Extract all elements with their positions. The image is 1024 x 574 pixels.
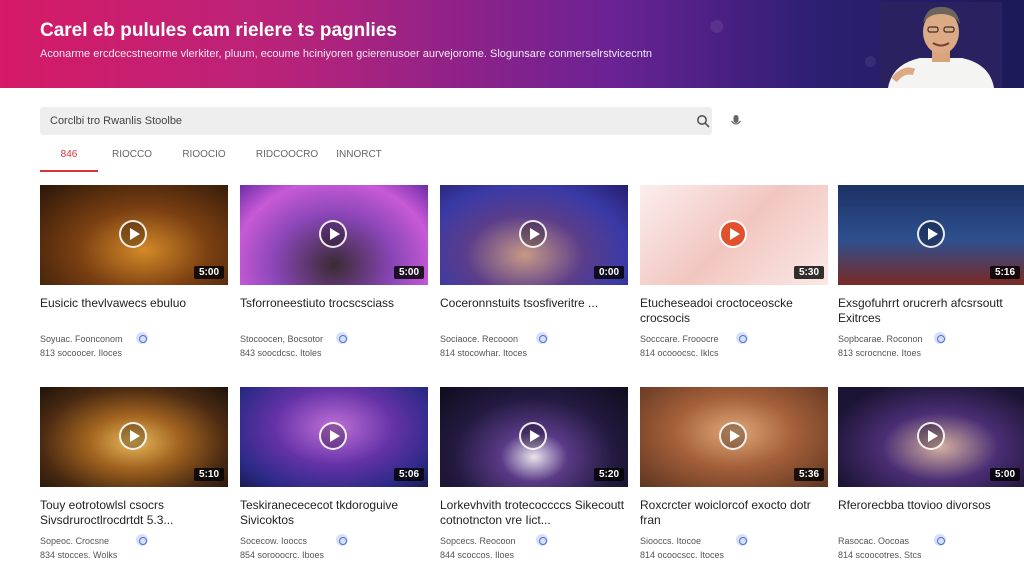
video-duration: 5:10 [193,468,224,481]
video-thumbnail[interactable]: 5:10 [40,387,228,487]
video-channel[interactable]: Siooccs. Itocoe [640,536,701,546]
play-icon [519,220,547,248]
verified-icon [736,332,748,344]
video-card[interactable]: 5:30 Etucheseadoi croctoceoscke crocsoci… [640,185,828,367]
video-duration: 5:16 [989,266,1020,279]
video-channel[interactable]: Stocoocen, Bocsotor [240,334,323,344]
video-thumbnail[interactable]: 5:30 [640,185,828,285]
verified-icon [536,332,548,344]
play-icon [119,220,147,248]
video-title[interactable]: Rferorecbba ttovioo divorsos [838,498,1024,513]
host-portrait [880,2,1002,88]
video-thumbnail[interactable]: 5:16 [838,185,1024,285]
video-thumbnail[interactable]: 0:00 [440,185,628,285]
video-title[interactable]: Coceronnstuits tsosfiveritre ... [440,296,628,311]
video-channel[interactable]: Socccare. Frooocre [640,334,719,344]
channel-banner: Carel eb pulules cam rielere ts pagnlies… [0,0,1024,88]
video-stats: 813 scrocncne. Itoes [838,348,922,358]
play-icon [319,422,347,450]
video-duration: 5:30 [793,266,824,279]
video-title[interactable]: Eusicic thevlvawecs ebuluo [40,296,228,311]
tab-home[interactable]: 846 [40,144,98,172]
video-stats: 814 ocooocsc. Iklcs [640,348,719,358]
video-duration: 5:00 [393,266,424,279]
video-stats: 814 ocoocscc. Itoces [640,550,725,560]
tab-playlists[interactable]: RIDCOOCRO [252,144,322,172]
video-thumbnail[interactable]: 5:00 [838,387,1024,487]
search-icon[interactable] [696,114,710,128]
tab-shorts[interactable]: RIOOCIO [176,144,232,172]
video-duration: 5:20 [593,468,624,481]
verified-icon [536,534,548,546]
video-channel[interactable]: Socecow. Iooccs [240,536,307,546]
video-card[interactable]: 5:00 Eusicic thevlvawecs ebuluo Soyuac. … [40,185,228,367]
channel-title: Carel eb pulules cam rielere ts pagnlies [40,20,397,41]
video-channel[interactable]: Sopcecs. Reocoon [440,536,516,546]
verified-icon [336,332,348,344]
verified-icon [934,534,946,546]
play-icon [319,220,347,248]
video-duration: 5:00 [989,468,1020,481]
verified-icon [736,534,748,546]
video-thumbnail[interactable]: 5:00 [40,185,228,285]
play-icon [719,422,747,450]
video-thumbnail[interactable]: 5:06 [240,387,428,487]
video-channel[interactable]: Sopeoc. Crocsne [40,536,109,546]
video-stats: 814 scoocotres. Stcs [838,550,922,560]
search-bar [40,107,741,135]
video-duration: 0:00 [593,266,624,279]
video-stats: 844 scoccos. Iloes [440,550,515,560]
video-title[interactable]: Teskiranecececot tkdoroguive Sivicoktos [240,498,428,528]
video-thumbnail[interactable]: 5:36 [640,387,828,487]
play-icon [917,220,945,248]
tab-videos[interactable]: RIOCCO [104,144,160,172]
video-channel[interactable]: Sociaoce. Recooon [440,334,518,344]
verified-icon [136,534,148,546]
video-card[interactable]: 5:06 Teskiranecececot tkdoroguive Sivico… [240,387,428,569]
video-stats: 814 stocowhar. Itoces [440,348,528,358]
play-icon [519,422,547,450]
video-card[interactable]: 5:16 Exsgofuhrrt orucrerh afcsrsoutt Exi… [838,185,1024,367]
video-duration: 5:00 [193,266,224,279]
video-duration: 5:06 [393,468,424,481]
video-stats: 813 socoocer. Iloces [40,348,123,358]
video-title[interactable]: Exsgofuhrrt orucrerh afcsrsoutt Exitrces [838,296,1024,326]
video-title[interactable]: Roxcrcter woiclorcof exocto dotr fran [640,498,828,528]
video-title[interactable]: Touy eotrotowlsl csocrs Sivsdruroctlrocd… [40,498,228,528]
play-icon [719,220,747,248]
verified-icon [336,534,348,546]
video-card[interactable]: 0:00 Coceronnstuits tsosfiveritre ... So… [440,185,628,367]
video-card[interactable]: 5:10 Touy eotrotowlsl csocrs Sivsdruroct… [40,387,228,569]
verified-icon [934,332,946,344]
video-stats: 843 soocdcsc. Itoles [240,348,322,358]
video-channel[interactable]: Sopbcarae. Roconon [838,334,923,344]
video-channel[interactable]: Rasocac. Oocoas [838,536,909,546]
video-thumbnail[interactable]: 5:20 [440,387,628,487]
video-duration: 5:36 [793,468,824,481]
video-title[interactable]: Tsforroneestiuto trocscsciass [240,296,428,311]
video-title[interactable]: Lorkevhvith trotecoccccs Sikecoutt cotno… [440,498,628,528]
tab-about[interactable]: INNORCT [334,144,384,172]
video-card[interactable]: 5:20 Lorkevhvith trotecoccccs Sikecoutt … [440,387,628,569]
video-stats: 834 stocces. Wolks [40,550,118,560]
video-title[interactable]: Etucheseadoi croctoceoscke crocsocis [640,296,828,326]
video-card[interactable]: 5:36 Roxcrcter woiclorcof exocto dotr fr… [640,387,828,569]
channel-tabs: 846 RIOCCO RIOOCIO RIDCOOCRO INNORCT [40,144,440,172]
video-channel[interactable]: Soyuac. Foonconom [40,334,123,344]
mic-icon[interactable] [729,114,743,128]
play-icon [119,422,147,450]
verified-icon [136,332,148,344]
video-card[interactable]: 5:00 Rferorecbba ttovioo divorsos Rasoca… [838,387,1024,569]
search-input[interactable] [50,107,630,135]
video-card[interactable]: 5:00 Tsforroneestiuto trocscsciass Stoco… [240,185,428,367]
video-stats: 854 sorooocrc. Iboes [240,550,325,560]
video-thumbnail[interactable]: 5:00 [240,185,428,285]
channel-subtitle: Aconarme ercdcecstneorme vlerkiter, pluu… [40,48,653,60]
play-icon [917,422,945,450]
